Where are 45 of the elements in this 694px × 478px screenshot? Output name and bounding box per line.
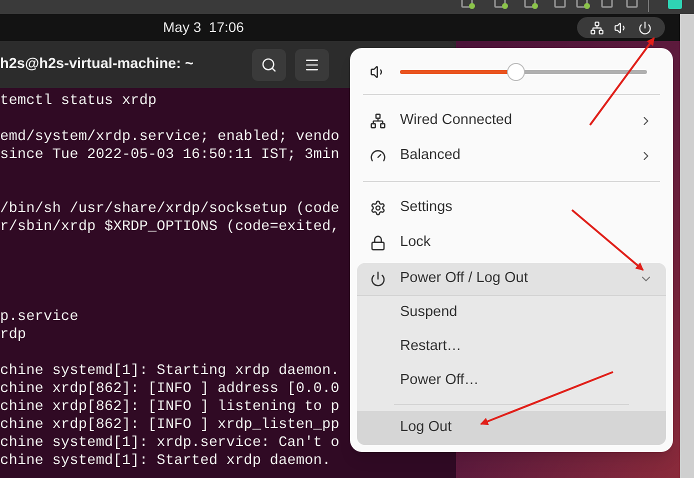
toolbar-icon[interactable] <box>600 0 616 10</box>
clock[interactable]: May 3 17:06 <box>163 17 244 38</box>
power-icon <box>370 271 386 287</box>
menu-item[interactable]: Lock <box>357 225 666 260</box>
settings-icon <box>370 200 386 216</box>
power-option[interactable]: Restart… <box>357 330 666 364</box>
menu-button[interactable] <box>295 48 329 80</box>
volume-slider[interactable] <box>400 63 647 81</box>
lock-icon <box>370 234 386 250</box>
terminal-line: since Tue 2022-05-03 16:50:11 IST; 3min <box>0 146 340 164</box>
slider-thumb[interactable] <box>507 63 526 81</box>
terminal-line: /bin/sh /usr/share/xrdp/socksetup (code <box>0 200 340 218</box>
window-title: h2s@h2s-virtual-machine: ~ <box>0 54 194 74</box>
power-option[interactable]: Suspend <box>357 296 666 330</box>
search-button[interactable] <box>252 48 286 80</box>
terminal-line: p.service <box>0 308 78 326</box>
terminal-line: chine xrdp[862]: [INFO ] xrdp_listen_pp <box>0 416 340 434</box>
gauge-icon <box>370 148 386 164</box>
search-icon <box>261 56 277 72</box>
power-menu-item[interactable]: Power Off / Log Out <box>357 263 666 296</box>
menu-item[interactable]: Balanced <box>357 138 666 173</box>
terminal-line: chine xrdp[862]: [INFO ] listening to p <box>0 398 340 416</box>
terminal-line: r/sbin/xrdp $XRDP_OPTIONS (code=exited, <box>0 218 340 236</box>
toolbar-icon[interactable] <box>460 0 476 10</box>
power-option[interactable]: Power Off… <box>357 364 666 398</box>
toolbar-icon[interactable] <box>523 0 539 10</box>
status-indicators[interactable] <box>577 17 665 38</box>
terminal-line: temctl status xrdp <box>0 92 157 110</box>
network-icon <box>370 112 386 128</box>
menu-item[interactable]: Settings <box>357 190 666 225</box>
terminal-line: chine systemd[1]: xrdp.service: Can't o <box>0 434 340 452</box>
terminal-line: chine xrdp[862]: [INFO ] address [0.0.0 <box>0 380 340 398</box>
menu-item[interactable]: Wired Connected <box>357 103 666 138</box>
terminal-line: emd/system/xrdp.service; enabled; vendo <box>0 128 340 146</box>
terminal-line: chine systemd[1]: Starting xrdp daemon. <box>0 362 340 380</box>
toolbar-icon[interactable] <box>625 0 641 10</box>
menu-icon <box>304 56 320 72</box>
terminal-line: chine systemd[1]: Started xrdp daemon. <box>0 452 331 470</box>
toolbar-icon[interactable] <box>575 0 591 10</box>
toolbar-icon[interactable] <box>553 0 569 10</box>
network-icon <box>590 20 604 34</box>
power-icon <box>638 20 652 34</box>
terminal-line: rdp <box>0 326 26 344</box>
power-option[interactable]: Log Out <box>357 411 666 445</box>
toolbar-icon[interactable] <box>493 0 509 10</box>
